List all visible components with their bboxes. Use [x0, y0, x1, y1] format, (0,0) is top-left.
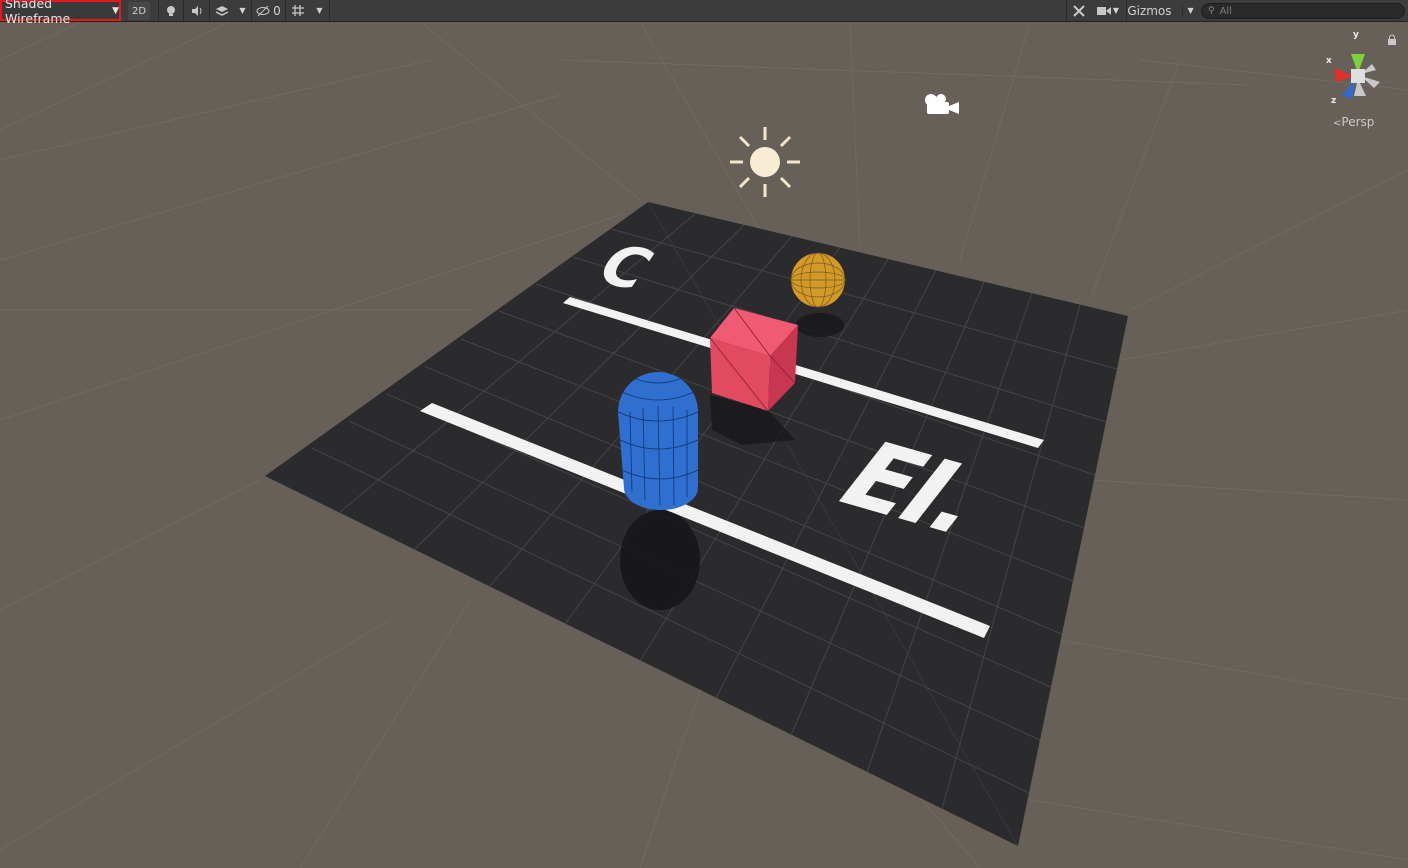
plane	[265, 202, 1128, 846]
tools-icon	[1072, 4, 1085, 17]
projection-label: Persp	[1341, 115, 1375, 129]
hidden-icon	[256, 5, 270, 16]
lighting-toggle-button[interactable]	[158, 0, 184, 21]
sphere-shadow	[796, 313, 844, 337]
lightbulb-icon	[167, 5, 175, 16]
chevron-down-icon: ▼	[1181, 6, 1194, 15]
camera-icon	[1096, 6, 1111, 15]
draw-mode-dropdown[interactable]: Shaded Wireframe ▼	[0, 0, 121, 26]
capsule-shadow	[620, 510, 700, 610]
axis-y-label: y	[1353, 30, 1359, 40]
audio-toggle-button[interactable]	[184, 0, 210, 21]
scene-search-input[interactable]: ⚲ All	[1201, 3, 1405, 19]
scene-render	[0, 22, 1408, 868]
chevron-down-icon: ▼	[112, 5, 119, 16]
grid-icon	[292, 5, 304, 16]
yellow-sphere	[790, 252, 846, 308]
camera-settings-button[interactable]: ▼	[1090, 0, 1126, 21]
grid-dropdown[interactable]: ▼	[310, 0, 330, 21]
lock-icon[interactable]	[1388, 34, 1396, 45]
chevron-down-icon: ▼	[316, 6, 323, 15]
effects-dropdown[interactable]: ▼	[234, 0, 252, 21]
axis-x-label: x	[1326, 56, 1332, 66]
grid-toggle-button[interactable]	[286, 0, 310, 21]
2d-toggle-button[interactable]: 2D	[128, 2, 150, 20]
orientation-gizmo[interactable]	[1334, 54, 1380, 98]
tools-button[interactable]	[1066, 0, 1090, 21]
chevron-down-icon: ▼	[1112, 6, 1120, 15]
sun-light-icon	[730, 127, 800, 197]
audio-icon	[191, 5, 201, 16]
search-placeholder: All	[1219, 5, 1232, 17]
scene-viewport[interactable]: C EI. y x z <Persp	[0, 22, 1408, 868]
axis-z-label: z	[1331, 96, 1337, 106]
gizmos-label: Gizmos	[1127, 3, 1172, 18]
projection-toggle[interactable]: <Persp	[1333, 115, 1374, 129]
effects-icon	[215, 5, 229, 16]
effects-toggle-button[interactable]	[210, 0, 234, 21]
scene-visibility-button[interactable]: 0	[252, 0, 286, 21]
search-icon: ⚲	[1208, 6, 1215, 16]
gizmos-dropdown[interactable]: Gizmos ▼	[1126, 0, 1194, 21]
chevron-down-icon: ▼	[239, 6, 246, 15]
hidden-count: 0	[273, 3, 281, 18]
scene-toolbar: Shaded Wireframe ▼ 2D ▼ 0 ▼ ▼ Gizmos ▼ ⚲ …	[0, 0, 1408, 26]
scene-camera-icon	[925, 94, 959, 114]
blue-capsule	[617, 372, 699, 510]
